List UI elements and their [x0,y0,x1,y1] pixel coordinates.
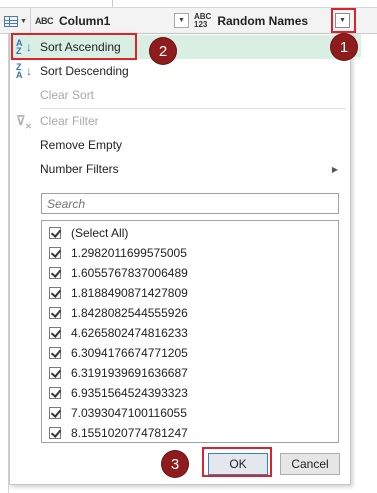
list-item-label: 7.0393047100116055 [71,406,187,420]
column-name: Column1 [59,14,111,28]
list-item[interactable]: 1.6055767837006489 [49,263,188,283]
menu-item-label: Remove Empty [40,138,123,152]
filter-dropdown-menu: A Z ↓ Sort Ascending Z A ↓ Sort Descending C… [9,33,351,485]
menu-item-label: Sort Descending [40,64,129,78]
column1-filter-button[interactable]: ▼ [174,13,189,28]
checkbox[interactable] [49,427,61,439]
checkbox[interactable] [49,307,61,319]
checkbox[interactable] [49,227,61,239]
list-item-label: 4.6265802474816233 [71,326,188,340]
list-item[interactable]: 1.8188490871427809 [49,283,188,303]
column-header-row: ▼ ABC Column1 ▼ ABC 123 Random Names ▼ [0,8,377,34]
checkbox[interactable] [49,367,61,379]
clear-filter-icon: ⊽ ✕ [16,113,32,131]
chevron-down-icon: ▼ [20,17,27,25]
sort-descending-icon: Z A ↓ [16,62,32,80]
checkbox[interactable] [49,407,61,419]
table-icon [4,15,18,27]
remove-empty-item[interactable]: Remove Empty [10,133,350,157]
formula-bar-strip [0,0,377,8]
text-type-icon[interactable]: ABC [35,16,54,26]
search-input[interactable] [47,196,338,211]
list-item[interactable]: 1.2982011699575005 [49,243,187,263]
any-type-icon[interactable]: ABC 123 [194,13,211,29]
list-item[interactable]: 4.6265802474816233 [49,323,188,343]
list-item-label: 1.6055767837006489 [71,266,188,280]
list-item[interactable]: 7.0393047100116055 [49,403,187,423]
checkbox[interactable] [49,267,61,279]
number-filters-item[interactable]: Number Filters ▶ [10,157,350,181]
search-box[interactable] [41,193,339,214]
list-item[interactable]: 8.1551020774781247 [49,423,188,442]
type-123-label: 123 [194,20,208,29]
callout-box-sort-ascending [11,33,137,60]
callout-badge-1: 1 [331,34,357,60]
list-item-label: 6.3094176674771205 [71,346,188,360]
submenu-arrow-icon: ▶ [331,164,338,174]
list-item[interactable]: 6.3191939691636687 [49,363,188,383]
checkbox[interactable] [49,247,61,259]
list-item-label: 6.3191939691636687 [71,366,188,380]
menu-item-label: Number Filters [40,162,119,176]
checkbox[interactable] [49,387,61,399]
list-item-select-all[interactable]: (Select All) [49,223,128,243]
checkbox[interactable] [49,327,61,339]
checkbox[interactable] [49,347,61,359]
column-header-column1[interactable]: ABC Column1 ▼ [30,8,190,34]
list-item-label: 1.842808254455592​6 [71,306,188,320]
table-menu-button[interactable]: ▼ [4,8,30,34]
column-name: Random Names [217,14,309,28]
list-item[interactable]: 1.842808254455592​6 [49,303,188,323]
menu-item-label: Clear Filter [40,114,99,128]
menu-item-label: Clear Sort [40,88,95,102]
list-item-label: 6.9351564524393323 [71,386,188,400]
sort-descending-item[interactable]: Z A ↓ Sort Descending [10,59,350,83]
clear-filter-item[interactable]: ⊽ ✕ Clear Filter [10,109,350,133]
chevron-down-icon: ▼ [178,17,185,24]
clear-sort-item[interactable]: Clear Sort [10,83,350,107]
callout-box-filter-button [331,8,356,33]
callout-box-ok-button [202,447,272,477]
list-item-label: 1.8188490871427809 [71,286,188,300]
name-box[interactable] [0,0,113,7]
list-item-label: (Select All) [71,226,129,240]
value-checklist[interactable]: (Select All) 1.2982011699575005 1.605576… [41,220,339,443]
list-item-label: 8.1551020774781247 [71,426,188,440]
list-item-label: 1.2982011699575005 [71,246,187,260]
list-item[interactable]: 6.3094176674771205 [49,343,188,363]
checkbox[interactable] [49,287,61,299]
cancel-button[interactable]: Cancel [280,453,340,475]
callout-badge-2: 2 [150,38,176,64]
callout-badge-3: 3 [162,451,188,477]
list-item[interactable]: 6.9351564524393323 [49,383,188,403]
